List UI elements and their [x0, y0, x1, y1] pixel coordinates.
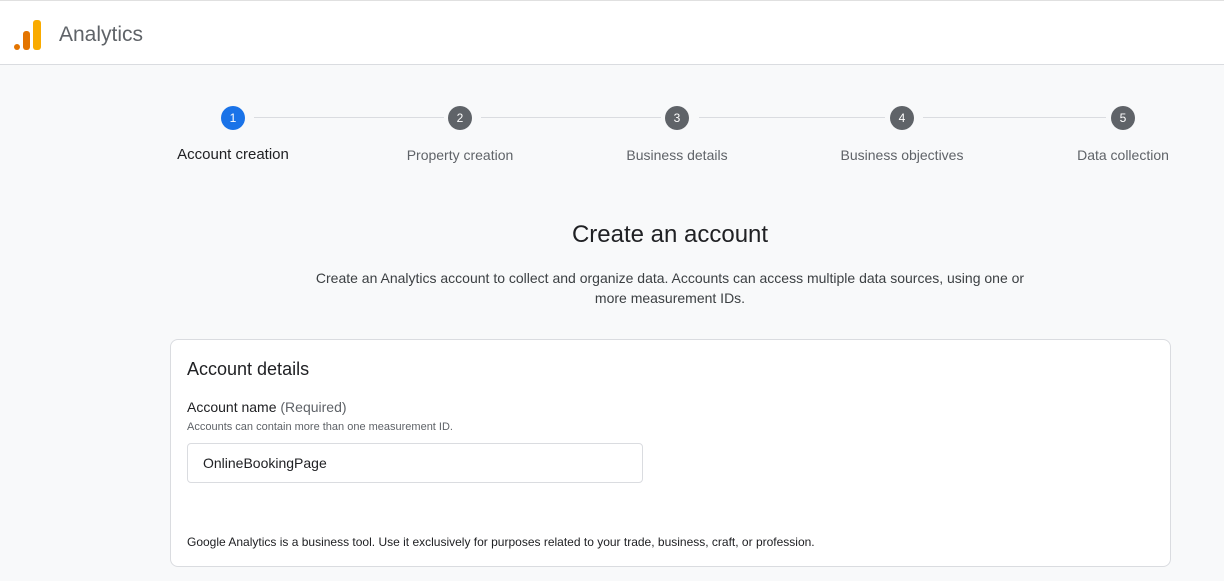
logo-bar-tall [33, 20, 41, 50]
business-tool-disclaimer: Google Analytics is a business tool. Use… [187, 535, 815, 549]
step-2-indicator: 2 [448, 106, 472, 130]
account-details-card: Account details Account name (Required) … [170, 339, 1171, 567]
page-description-line-2: more measurement IDs. [594, 290, 746, 306]
step-3-label: Business details [626, 147, 728, 163]
logo-bar-medium [23, 31, 30, 50]
step-connector-1 [254, 117, 444, 118]
step-2-label: Property creation [406, 147, 514, 163]
step-5-indicator: 5 [1111, 106, 1135, 130]
step-4-label: Business objectives [840, 147, 964, 163]
account-name-input[interactable] [187, 443, 643, 483]
setup-stepper: 1 Account creation 2 Property creation 3… [0, 100, 1224, 180]
app-title[interactable]: Analytics [59, 23, 143, 47]
page-description-line-1: Create an Analytics account to collect a… [315, 270, 1025, 286]
required-indicator: (Required) [280, 399, 347, 415]
step-connector-2 [481, 117, 661, 118]
account-name-hint: Accounts can contain more than one measu… [187, 421, 453, 433]
top-app-bar: Analytics [0, 0, 1224, 65]
analytics-bars-icon[interactable] [14, 18, 42, 50]
card-title: Account details [187, 359, 310, 379]
account-name-label-text: Account name [187, 399, 277, 415]
account-name-label: Account name (Required) [187, 399, 347, 415]
logo-dot [14, 44, 20, 50]
step-4-indicator: 4 [890, 106, 914, 130]
step-connector-3 [699, 117, 885, 118]
step-1-indicator: 1 [221, 106, 245, 130]
step-3-indicator: 3 [665, 106, 689, 130]
page-description: Create an Analytics account to collect a… [280, 268, 1060, 308]
step-1-label: Account creation [177, 146, 289, 163]
step-5-label: Data collection [1077, 147, 1169, 163]
step-connector-4 [923, 117, 1106, 118]
page-title: Create an account [571, 221, 769, 248]
